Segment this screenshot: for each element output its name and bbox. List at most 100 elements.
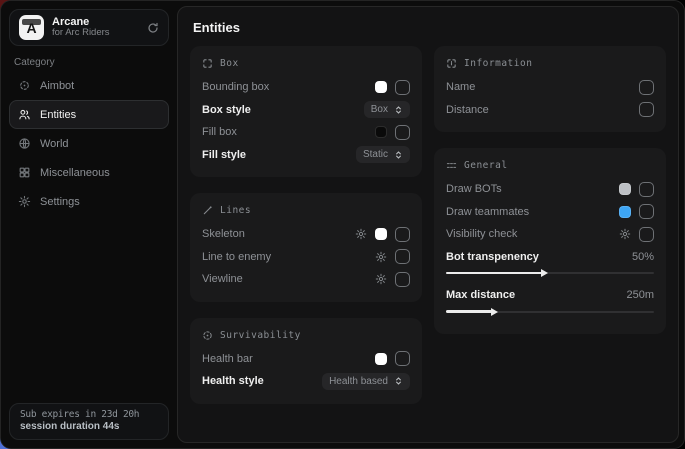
health-bar-row: Health bar	[202, 348, 410, 371]
draw-bots-color-swatch[interactable]	[619, 183, 631, 195]
sidebar-item-settings[interactable]: Settings	[9, 187, 169, 216]
box-style-label: Box style	[202, 104, 251, 116]
line-icon	[202, 205, 213, 216]
fill-box-color-swatch[interactable]	[375, 126, 387, 138]
fill-box-checkbox[interactable]	[395, 125, 410, 140]
viewline-label: Viewline	[202, 273, 243, 285]
skeleton-row: Skeleton	[202, 223, 410, 246]
health-style-row: Health style Health based	[202, 370, 410, 393]
globe-icon	[18, 137, 31, 150]
sidebar: A Arcane for Arc Riders Category	[1, 1, 177, 448]
app-window: A Arcane for Arc Riders Category	[0, 0, 685, 449]
section-title: Survivability	[220, 330, 301, 341]
distance-checkbox[interactable]	[639, 102, 654, 117]
bot-transparency-row: Bot transpenency 50%	[446, 246, 654, 269]
name-label: Name	[446, 81, 475, 93]
bot-transparency-label: Bot transpenency	[446, 251, 539, 263]
sidebar-item-entities[interactable]: Entities	[9, 100, 169, 129]
bot-transparency-slider-row	[446, 269, 654, 277]
page-title: Entities	[178, 7, 678, 37]
slider-fill	[446, 272, 542, 275]
fill-style-dropdown[interactable]: Static	[356, 146, 410, 163]
distance-row: Distance	[446, 99, 654, 122]
information-icon	[446, 58, 457, 69]
subscription-info-card: Sub expires in 23d 20h session duration …	[9, 403, 169, 440]
sidebar-nav: Aimbot Entities Wo	[9, 71, 169, 216]
skeleton-checkbox[interactable]	[395, 227, 410, 242]
box-corners-icon	[202, 58, 213, 69]
viewline-row: Viewline	[202, 268, 410, 291]
skeleton-label: Skeleton	[202, 228, 245, 240]
max-distance-slider-row	[446, 308, 654, 316]
visibility-check-checkbox[interactable]	[639, 227, 654, 242]
section-title: Lines	[220, 205, 251, 216]
health-bar-label: Health bar	[202, 353, 253, 365]
bounding-box-checkbox[interactable]	[395, 80, 410, 95]
draw-teammates-checkbox[interactable]	[639, 204, 654, 219]
draw-bots-row: Draw BOTs	[446, 178, 654, 201]
bot-transparency-value: 50%	[632, 251, 654, 263]
max-distance-value: 250m	[626, 289, 654, 301]
slider-fill	[446, 310, 492, 313]
line-to-enemy-row: Line to enemy	[202, 246, 410, 269]
general-grid-icon	[446, 160, 457, 171]
lines-section-card: Lines Skeleton	[190, 193, 422, 302]
visibility-check-row: Visibility check	[446, 223, 654, 246]
distance-label: Distance	[446, 104, 489, 116]
visibility-check-label: Visibility check	[446, 228, 517, 240]
sidebar-item-miscellaneous[interactable]: Miscellaneous	[9, 158, 169, 187]
app-subtitle: for Arc Riders	[52, 28, 139, 39]
box-section-card: Box Bounding box Box style	[190, 46, 422, 177]
max-distance-slider[interactable]	[446, 308, 654, 316]
sub-expiry-text: Sub expires in 23d 20h	[20, 409, 158, 420]
health-bar-checkbox[interactable]	[395, 351, 410, 366]
name-checkbox[interactable]	[639, 80, 654, 95]
information-section-card: Information Name Distance	[434, 46, 666, 132]
draw-bots-label: Draw BOTs	[446, 183, 502, 195]
health-style-dropdown[interactable]: Health based	[322, 373, 410, 390]
line-to-enemy-label: Line to enemy	[202, 251, 271, 263]
sidebar-item-label: Entities	[40, 109, 76, 121]
draw-teammates-color-swatch[interactable]	[619, 206, 631, 218]
refresh-icon[interactable]	[147, 22, 159, 34]
general-section-card: General Draw BOTs Draw teammates	[434, 148, 666, 334]
fill-box-label: Fill box	[202, 126, 237, 138]
settings-gear-icon[interactable]	[375, 273, 387, 285]
sidebar-item-aimbot[interactable]: Aimbot	[9, 71, 169, 100]
draw-bots-checkbox[interactable]	[639, 182, 654, 197]
name-row: Name	[446, 76, 654, 99]
box-style-dropdown[interactable]: Box	[364, 101, 410, 118]
chevron-updown-icon	[394, 105, 403, 115]
line-to-enemy-checkbox[interactable]	[395, 249, 410, 264]
section-title: Information	[464, 58, 532, 69]
sidebar-item-label: Miscellaneous	[40, 167, 110, 179]
survivability-icon	[202, 330, 213, 341]
sidebar-item-label: Settings	[40, 196, 80, 208]
max-distance-row: Max distance 250m	[446, 284, 654, 307]
draw-teammates-row: Draw teammates	[446, 201, 654, 224]
box-style-row: Box style Box	[202, 99, 410, 122]
settings-gear-icon[interactable]	[355, 228, 367, 240]
section-title: General	[464, 160, 508, 171]
chevron-updown-icon	[394, 150, 403, 160]
draw-teammates-label: Draw teammates	[446, 206, 529, 218]
grid-icon	[18, 166, 31, 179]
skeleton-color-swatch[interactable]	[375, 228, 387, 240]
sidebar-item-label: Aimbot	[40, 80, 74, 92]
fill-style-label: Fill style	[202, 149, 246, 161]
survivability-section-card: Survivability Health bar Health style	[190, 318, 422, 404]
bounding-box-color-swatch[interactable]	[375, 81, 387, 93]
viewline-checkbox[interactable]	[395, 272, 410, 287]
chevron-updown-icon	[394, 376, 403, 386]
bot-transparency-slider[interactable]	[446, 269, 654, 277]
app-logo: A	[19, 15, 44, 40]
fill-style-row: Fill style Static	[202, 144, 410, 167]
bounding-box-label: Bounding box	[202, 81, 269, 93]
settings-gear-icon[interactable]	[619, 228, 631, 240]
health-bar-color-swatch[interactable]	[375, 353, 387, 365]
settings-gear-icon[interactable]	[375, 251, 387, 263]
section-title: Box	[220, 58, 239, 69]
sidebar-item-world[interactable]: World	[9, 129, 169, 158]
gear-icon	[18, 195, 31, 208]
fill-box-row: Fill box	[202, 121, 410, 144]
